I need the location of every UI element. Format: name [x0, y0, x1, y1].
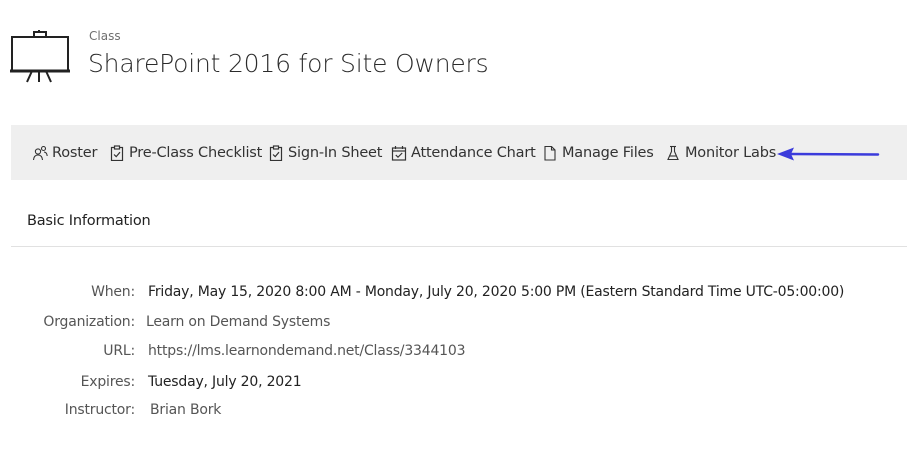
when-label: When: — [91, 284, 135, 300]
presentation-board-icon — [10, 30, 72, 84]
info-row-instructor: Instructor: Brian Bork — [0, 402, 907, 424]
attendance-chart-button[interactable]: Attendance Chart — [391, 125, 536, 180]
manage-files-label: Manage Files — [562, 144, 654, 161]
organization-label: Organization: — [43, 314, 135, 330]
sign-in-sheet-button[interactable]: Sign-In Sheet — [268, 125, 382, 180]
info-row-when: When: Friday, May 15, 2020 8:00 AM - Mon… — [0, 284, 907, 306]
url-label: URL: — [103, 343, 135, 359]
manage-files-button[interactable]: Manage Files — [542, 125, 654, 180]
instructor-label: Instructor: — [64, 402, 135, 418]
info-row-expires: Expires: Tuesday, July 20, 2021 — [0, 374, 907, 396]
url-value[interactable]: https://lms.learnondemand.net/Class/3344… — [148, 343, 465, 359]
info-row-organization: Organization: Learn on Demand Systems — [0, 314, 907, 336]
sign-in-sheet-label: Sign-In Sheet — [288, 144, 383, 161]
file-icon — [542, 145, 558, 161]
instructor-value: Brian Bork — [150, 402, 222, 418]
class-page: Class SharePoint 2016 for Site Owners Ro… — [0, 0, 907, 456]
roster-label: Roster — [52, 144, 98, 161]
section-title: Basic Information — [27, 213, 151, 229]
clipboard-check-icon — [268, 144, 284, 161]
flask-icon — [665, 145, 681, 161]
clipboard-check-icon — [109, 144, 125, 161]
page-kicker: Class — [89, 29, 121, 43]
organization-value: Learn on Demand Systems — [146, 314, 331, 330]
expires-label: Expires: — [80, 374, 136, 390]
roster-button[interactable]: Roster — [32, 125, 97, 180]
attendance-chart-label: Attendance Chart — [411, 144, 536, 161]
when-value: Friday, May 15, 2020 8:00 AM - Monday, J… — [148, 284, 845, 300]
monitor-labs-label: Monitor Labs — [685, 144, 777, 161]
roster-icon — [32, 145, 48, 161]
section-divider — [11, 246, 907, 247]
info-row-url: URL: https://lms.learnondemand.net/Class… — [0, 343, 907, 365]
page-title: SharePoint 2016 for Site Owners — [88, 49, 489, 78]
class-toolbar: Roster Pre-Class Checklist Sign-In Sheet… — [11, 125, 907, 180]
pointer-arrow-icon — [777, 147, 880, 161]
calendar-check-icon — [391, 145, 407, 161]
expires-value: Tuesday, July 20, 2021 — [148, 374, 302, 390]
monitor-labs-button[interactable]: Monitor Labs — [665, 125, 776, 180]
pre-class-checklist-button[interactable]: Pre-Class Checklist — [109, 125, 262, 180]
pre-class-checklist-label: Pre-Class Checklist — [129, 144, 263, 161]
